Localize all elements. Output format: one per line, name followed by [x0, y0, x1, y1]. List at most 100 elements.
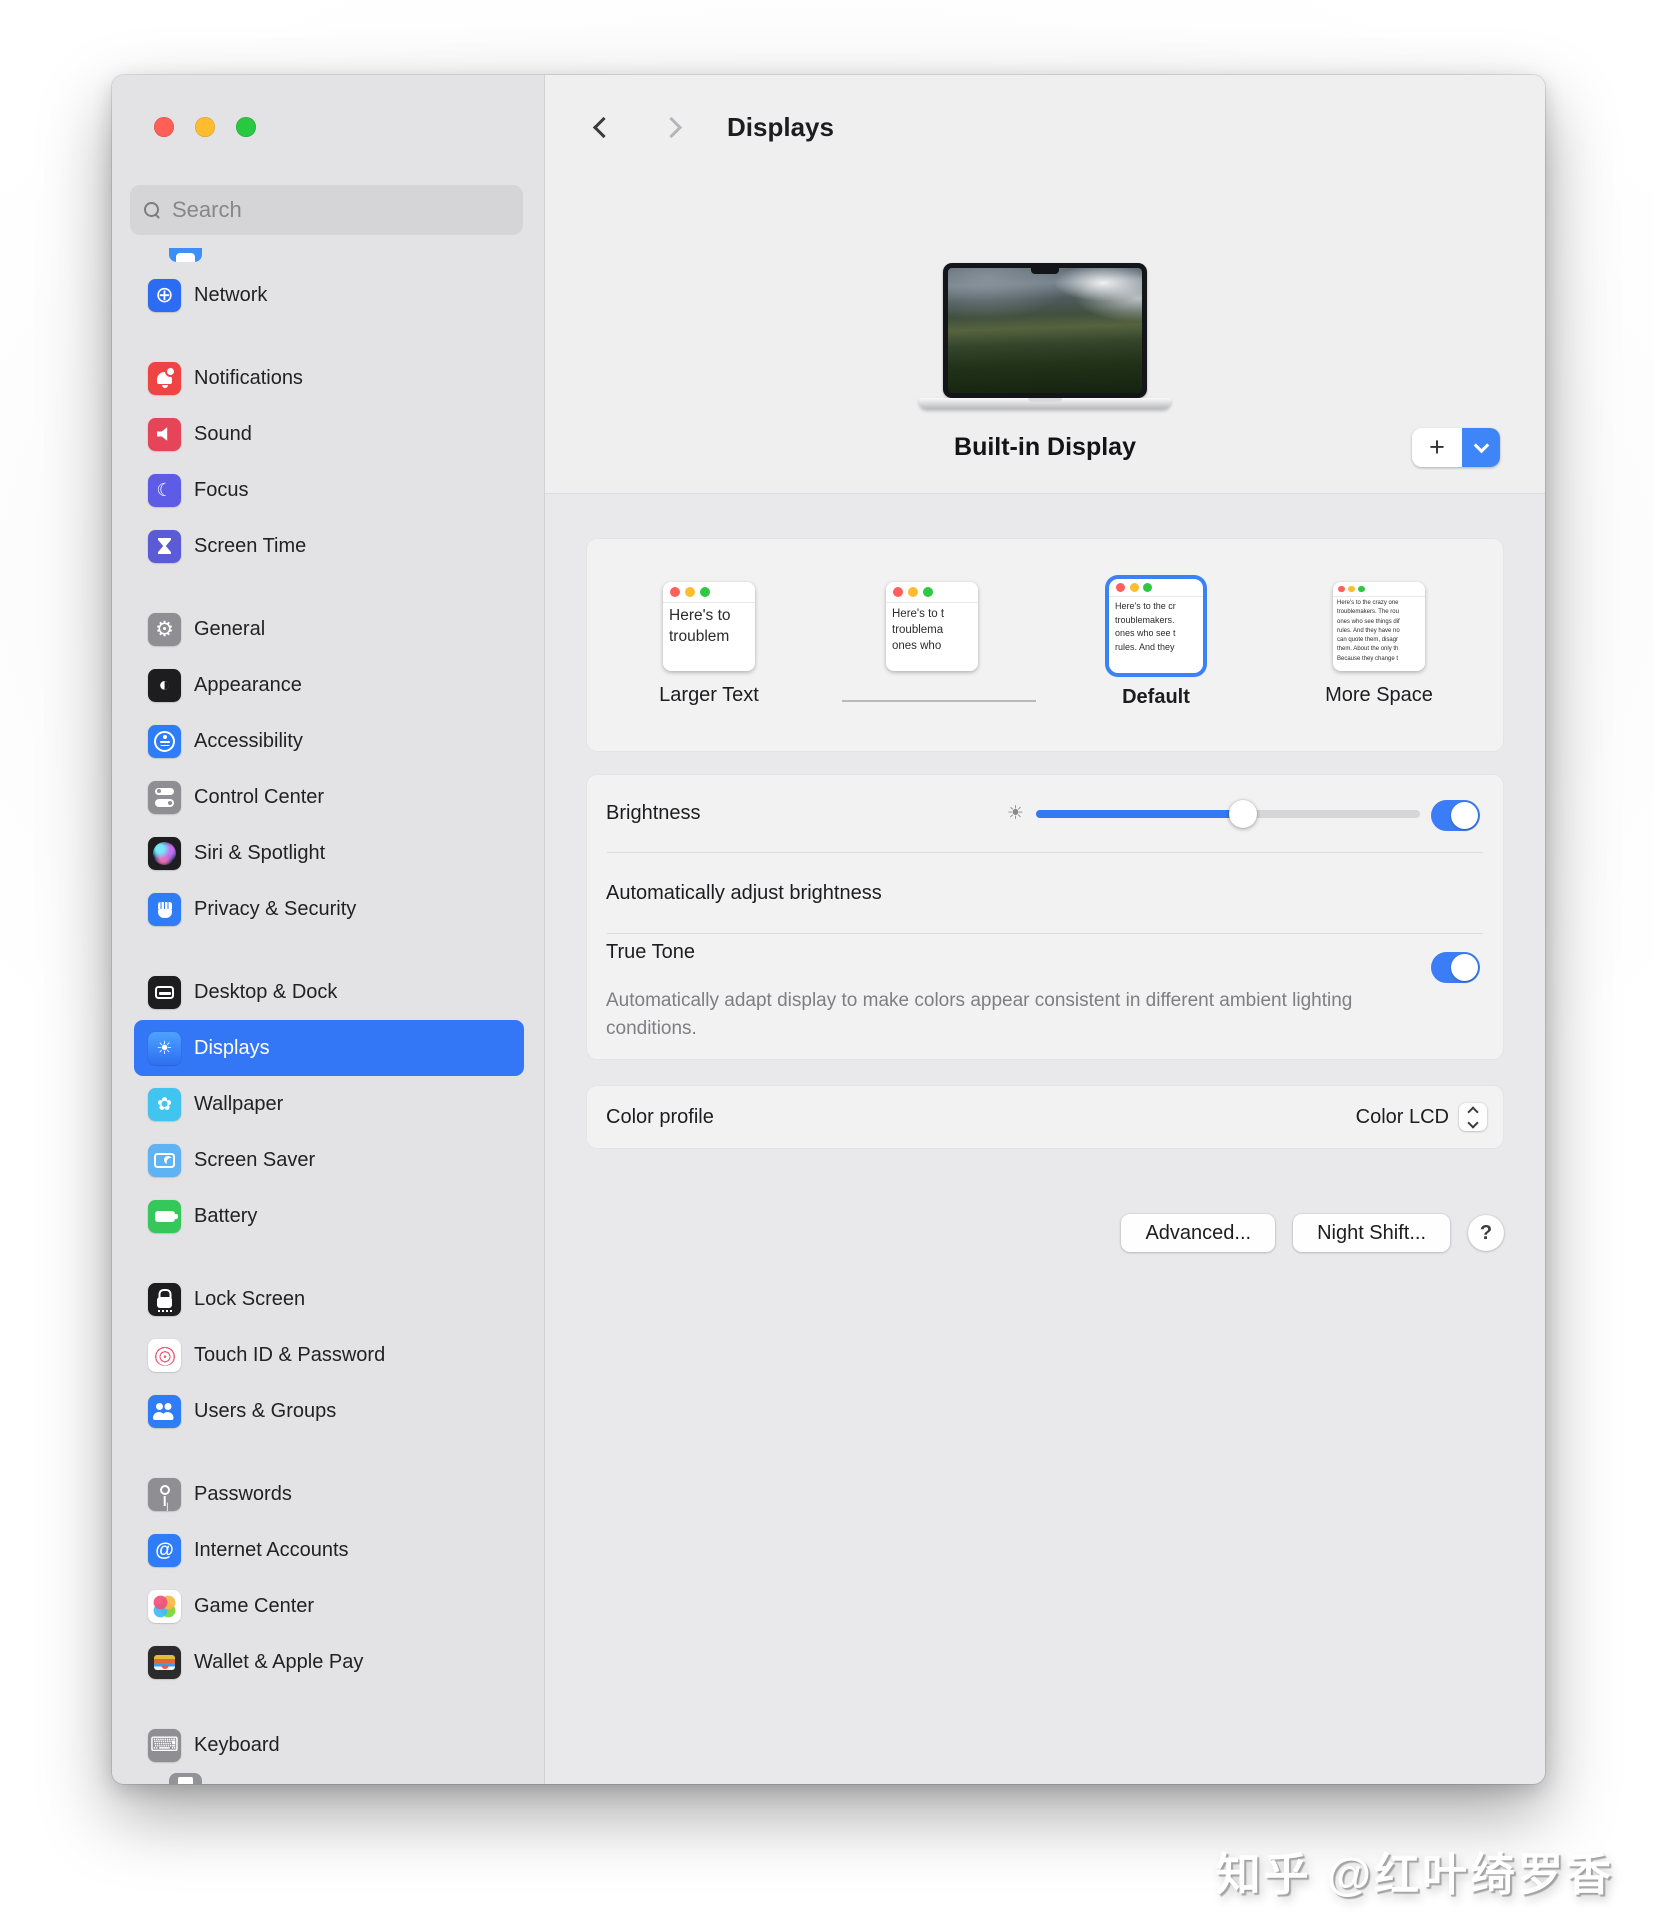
sidebar-item-siri-spotlight[interactable]: Siri & Spotlight: [134, 825, 524, 881]
true-tone-toggle[interactable]: [1431, 952, 1480, 983]
brightness-label: Brightness: [606, 802, 701, 825]
sidebar-item-users-groups[interactable]: Users & Groups: [134, 1383, 524, 1439]
sidebar-item-notifications[interactable]: Notifications: [134, 350, 524, 406]
system-settings-window: ⊕Network Notifications Sound ☾ Focus Screen T…: [112, 75, 1545, 1784]
network-icon: ⊕: [148, 279, 181, 312]
sidebar-item-label: Appearance: [194, 674, 302, 697]
advanced-button[interactable]: Advanced...: [1121, 1214, 1275, 1252]
sidebar-item-label: Screen Saver: [194, 1149, 315, 1172]
control-center-icon: [148, 781, 181, 814]
sidebar-item-battery[interactable]: Battery: [134, 1188, 524, 1244]
scaling-option-more-space[interactable]: Here's to the crazy onetroublemakers. Th…: [1289, 539, 1469, 708]
window-thumbnail: Here's to the crtroublemakers.ones who s…: [1109, 579, 1203, 673]
scaling-option-label: More Space: [1325, 684, 1433, 708]
help-button[interactable]: ?: [1468, 1215, 1504, 1251]
brightness-slider-track[interactable]: [1036, 810, 1420, 818]
color-profile-stepper[interactable]: [1459, 1103, 1487, 1131]
traffic-light-dot: [893, 587, 903, 597]
sidebar-item-network[interactable]: ⊕Network: [134, 267, 524, 323]
sidebar-item-game-center[interactable]: Game Center: [134, 1578, 524, 1634]
thumbnail-titlebar: [663, 582, 755, 603]
sidebar-item-label: General: [194, 618, 265, 641]
sidebar-item-screen-time[interactable]: Screen Time: [134, 518, 524, 574]
sidebar-item-screen-saver[interactable]: Screen Saver: [134, 1132, 524, 1188]
sidebar-item-wallpaper[interactable]: ✿Wallpaper: [134, 1076, 524, 1132]
add-display-dropdown-button[interactable]: [1462, 428, 1500, 467]
desktop-background: ⊕Network Notifications Sound ☾ Focus Screen T…: [0, 0, 1654, 1932]
true-tone-description: Automatically adapt display to make colo…: [606, 987, 1386, 1043]
traffic-light-dot: [1348, 586, 1355, 593]
scaling-option-default[interactable]: Here's to the crtroublemakers.ones who s…: [1066, 539, 1246, 710]
chevron-right-icon: [660, 116, 681, 137]
sidebar-item-label: Screen Time: [194, 535, 306, 558]
sidebar-group: Lock Screen Touch ID & Password Users & Gr…: [134, 1271, 524, 1439]
sidebar-item-keyboard[interactable]: ⌨Keyboard: [134, 1717, 524, 1773]
built-in-display-thumbnail[interactable]: [915, 263, 1175, 409]
traffic-light-dot: [1143, 583, 1152, 592]
sidebar-item-label: Lock Screen: [194, 1288, 305, 1311]
auto-brightness-toggle[interactable]: [1431, 800, 1480, 831]
sidebar-item-accessibility[interactable]: Accessibility: [134, 713, 524, 769]
minimize-window-button[interactable]: [195, 117, 215, 137]
traffic-light-dot: [1338, 586, 1345, 593]
laptop-wallpaper: [948, 268, 1142, 393]
displays-icon: ☀: [148, 1032, 181, 1065]
traffic-light-dot: [700, 587, 710, 597]
back-button[interactable]: [583, 107, 623, 147]
general-icon: ⚙: [148, 613, 181, 646]
sidebar-item-lock-screen[interactable]: Lock Screen: [134, 1271, 524, 1327]
sidebar-item-privacy-security[interactable]: Privacy & Security: [134, 881, 524, 937]
traffic-light-dot: [670, 587, 680, 597]
add-display-button[interactable]: +: [1412, 428, 1462, 467]
brightness-row: Brightness ☀ ☀: [587, 775, 1503, 852]
window-thumbnail: Here's totroublem: [663, 582, 755, 671]
color-profile-control: Color LCD: [1356, 1103, 1487, 1131]
search-field[interactable]: [130, 185, 523, 235]
sidebar-item-desktop-dock[interactable]: Desktop & Dock: [134, 964, 524, 1020]
footer-buttons: Advanced... Night Shift... ?: [545, 1214, 1504, 1252]
sidebar-item-displays[interactable]: ☀Displays: [134, 1020, 524, 1076]
add-display-control: +: [1412, 428, 1500, 467]
thumbnail-titlebar: [1109, 579, 1203, 597]
desktop-dock-icon: [148, 976, 181, 1009]
sidebar-item-passwords[interactable]: Passwords: [134, 1466, 524, 1522]
sidebar-group: Desktop & Dock☀Displays✿Wallpaper Screen …: [134, 964, 524, 1244]
traffic-light-dot: [685, 587, 695, 597]
sidebar-item-label: Users & Groups: [194, 1400, 336, 1423]
search-icon: [144, 202, 160, 218]
sidebar-item-wallet-apple-pay[interactable]: Wallet & Apple Pay: [134, 1634, 524, 1690]
settings-content: Here's totroublem Larger Text Here's to tt…: [586, 494, 1504, 1149]
close-window-button[interactable]: [154, 117, 174, 137]
night-shift-button[interactable]: Night Shift...: [1293, 1214, 1450, 1252]
sidebar-item-sound[interactable]: Sound: [134, 406, 524, 462]
sidebar-item-control-center[interactable]: Control Center: [134, 769, 524, 825]
scaling-option-larger-text[interactable]: Here's totroublem Larger Text: [619, 539, 799, 708]
sidebar-item-label: Passwords: [194, 1483, 292, 1506]
zoom-window-button[interactable]: [236, 117, 256, 137]
battery-icon: [148, 1200, 181, 1233]
game-center-icon: [148, 1590, 181, 1623]
brightness-low-icon: ☀: [1007, 804, 1024, 823]
sidebar-item-label: Focus: [194, 479, 248, 502]
thumbnail-text: Here's totroublem: [663, 603, 755, 651]
partial-app-icon-bottom: [169, 1773, 202, 1784]
sidebar-item-internet-accounts[interactable]: @Internet Accounts: [134, 1522, 524, 1578]
sidebar-item-label: Sound: [194, 423, 252, 446]
sidebar-item-focus[interactable]: ☾ Focus: [134, 462, 524, 518]
color-profile-label: Color profile: [606, 1106, 714, 1129]
brightness-slider-knob[interactable]: [1229, 800, 1257, 828]
scaling-option-medium[interactable]: Here's to ttroublemaones who: [842, 539, 1022, 708]
sidebar-item-label: Siri & Spotlight: [194, 842, 325, 865]
forward-button[interactable]: [651, 107, 691, 147]
focus-icon: ☾: [148, 474, 181, 507]
thumbnail-titlebar: [886, 582, 978, 603]
color-profile-value: Color LCD: [1356, 1106, 1449, 1129]
color-profile-card: Color profile Color LCD: [586, 1085, 1504, 1149]
search-input[interactable]: [170, 196, 509, 224]
sidebar-item-appearance[interactable]: ◐Appearance: [134, 657, 524, 713]
laptop-notch: [1031, 268, 1059, 274]
sidebar-item-touch-id-password[interactable]: Touch ID & Password: [134, 1327, 524, 1383]
scaling-option-label: Larger Text: [659, 684, 759, 708]
sidebar-item-general[interactable]: ⚙ General: [134, 601, 524, 657]
internet-accounts-icon: @: [148, 1534, 181, 1567]
